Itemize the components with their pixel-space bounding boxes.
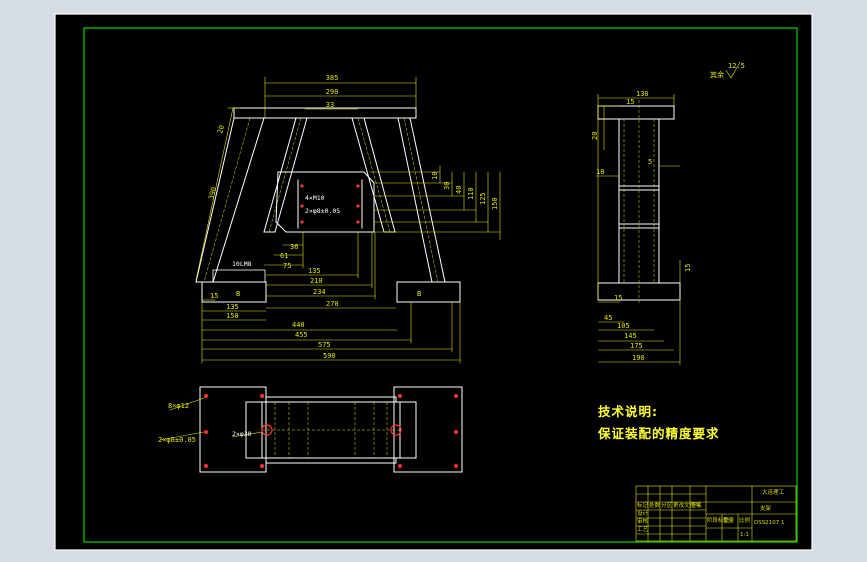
tb-cell-11: 1:1 bbox=[740, 532, 749, 538]
dim-right-10: 10 bbox=[431, 172, 439, 180]
tb-cell-2: 分区 bbox=[661, 501, 673, 509]
side-dim-20: 20 bbox=[591, 132, 599, 140]
tb-part-name: 支架 bbox=[760, 504, 772, 512]
dim-234: 234 bbox=[313, 288, 326, 296]
notes-title: 技术说明: bbox=[598, 404, 658, 419]
side-b-145: 145 bbox=[624, 332, 637, 340]
tb-cell-1: 处数 bbox=[649, 501, 661, 509]
tb-cell-7: 工艺 bbox=[637, 526, 649, 533]
section-mark-right: B bbox=[417, 290, 421, 298]
label-8xphi12: 8×φ12 bbox=[168, 402, 189, 410]
side-b-175: 175 bbox=[630, 342, 643, 350]
side-b-45: 45 bbox=[604, 314, 612, 322]
dim-b-150: 150 bbox=[226, 312, 239, 320]
dim-right-30: 30 bbox=[443, 182, 451, 190]
dim-b-575: 575 bbox=[318, 341, 331, 349]
side-dim-15: 15 bbox=[626, 98, 634, 106]
roughness-label: 其余 bbox=[710, 70, 724, 79]
weld-note: 10LM8 bbox=[232, 260, 252, 268]
dim-right-125: 125 bbox=[479, 192, 487, 205]
side-dim-10: 10 bbox=[596, 168, 604, 176]
side-b-190: 190 bbox=[632, 354, 645, 362]
tb-cell-10: 比例 bbox=[739, 516, 751, 524]
side-dim-5: 5 bbox=[648, 158, 652, 166]
dim-top-overall: 385 bbox=[326, 74, 339, 82]
drawing-sheet: 385 290 33 4×M10 2×φ8±0.05 10LM8 B B 20 … bbox=[54, 13, 813, 551]
label-2xphi8: 2×φ8±0.05 bbox=[305, 207, 340, 215]
tb-cell-9: 重量 bbox=[723, 516, 735, 524]
dim-right-110: 110 bbox=[467, 187, 475, 200]
tb-school: 大连理工 bbox=[762, 488, 785, 496]
dim-75: 75 bbox=[283, 262, 291, 270]
tb-cell-0: 标记 bbox=[637, 501, 649, 509]
dim-right-40: 40 bbox=[455, 186, 463, 194]
tb-cell-4: 签名 bbox=[691, 501, 702, 509]
label-2xphi8-top: 2×φ8±0.05 bbox=[158, 436, 196, 444]
dim-36: 36 bbox=[290, 243, 298, 251]
label-2xphi30: 2×φ30 bbox=[232, 430, 252, 438]
notes-line1: 保证装配的精度要求 bbox=[597, 426, 720, 441]
dim-b-135: 135 bbox=[226, 303, 239, 311]
side-b-105: 105 bbox=[617, 322, 630, 330]
dim-b-15: 15 bbox=[210, 292, 218, 300]
side-b-15: 15 bbox=[614, 294, 622, 302]
tb-cell-6: 审核 bbox=[637, 517, 649, 525]
side-dim-15r: 15 bbox=[684, 264, 692, 272]
dim-b-590: 590 bbox=[323, 352, 336, 360]
dim-270: 270 bbox=[326, 300, 339, 308]
dim-210: 210 bbox=[310, 277, 323, 285]
roughness-value: 12.5 bbox=[728, 62, 745, 70]
dim-135: 135 bbox=[308, 267, 321, 275]
dim-right-150: 150 bbox=[491, 197, 499, 210]
tb-drawing-no: DSS2107 1 bbox=[754, 520, 784, 526]
dim-top-inner: 290 bbox=[326, 88, 339, 96]
dim-b-455: 455 bbox=[295, 331, 308, 339]
side-dim-130: 130 bbox=[636, 90, 649, 98]
dim-b-440: 440 bbox=[292, 321, 305, 329]
dim-61: 61 bbox=[280, 252, 288, 260]
tb-cell-5: 设计 bbox=[637, 509, 649, 517]
section-mark-left: B bbox=[236, 290, 240, 298]
label-4xm10: 4×M10 bbox=[305, 194, 325, 202]
cad-viewport[interactable]: 385 290 33 4×M10 2×φ8±0.05 10LM8 B B 20 … bbox=[0, 0, 867, 562]
